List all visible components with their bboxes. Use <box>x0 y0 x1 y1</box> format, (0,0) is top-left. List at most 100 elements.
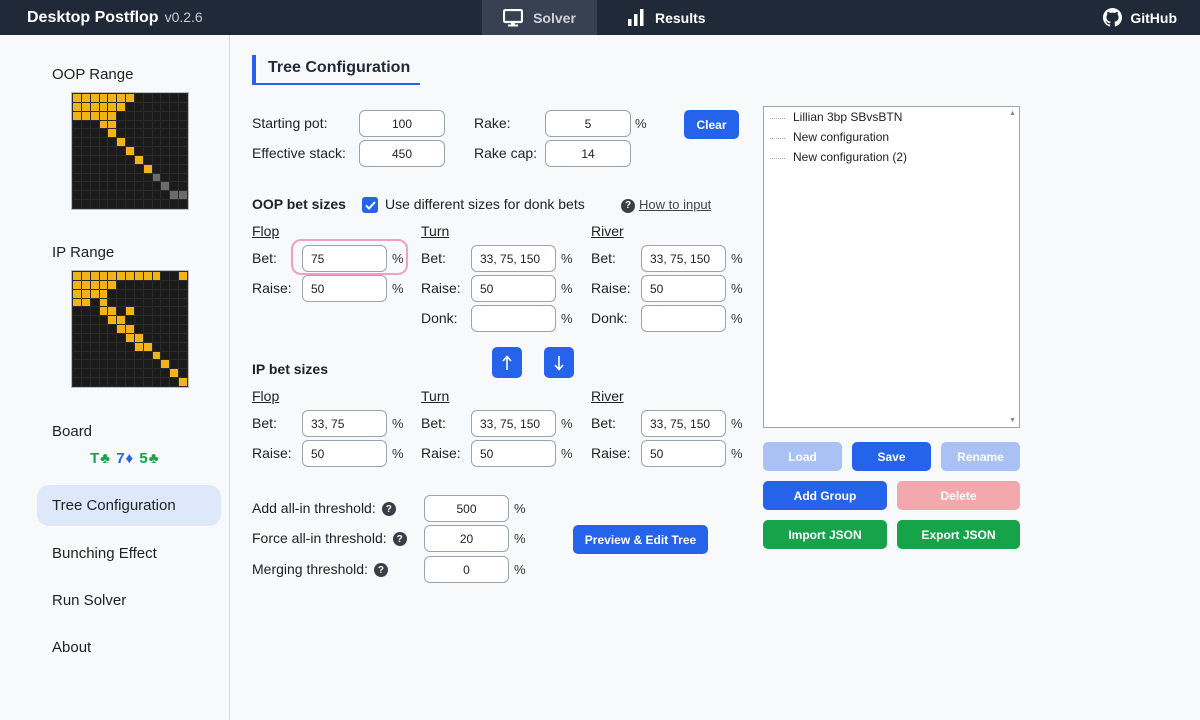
range-cell <box>179 369 187 378</box>
oop-turn-label: Turn <box>421 223 450 239</box>
ip-flop-bet-input[interactable]: 33, 75 <box>302 410 387 437</box>
force-allin-threshold-input[interactable]: 20 <box>424 525 509 552</box>
tab-solver[interactable]: Solver <box>482 0 597 35</box>
range-cell <box>99 289 108 298</box>
nav-tree-configuration[interactable]: Tree Configuration <box>37 485 221 526</box>
scroll-up-icon[interactable]: ▲ <box>1009 110 1016 117</box>
ip-flop-raise-input[interactable]: 50 <box>302 440 387 467</box>
range-cell <box>170 164 179 173</box>
ip-river-bet-input[interactable]: 33, 75, 150 <box>641 410 726 437</box>
rename-button[interactable]: Rename <box>941 442 1020 471</box>
nav-run-solver[interactable]: Run Solver <box>37 580 221 621</box>
range-cell <box>81 333 90 342</box>
range-cell <box>134 360 143 369</box>
oop-range-grid[interactable] <box>71 92 189 210</box>
range-cell <box>117 147 126 155</box>
clear-button[interactable]: Clear <box>684 110 739 139</box>
ip-range-grid[interactable] <box>71 270 189 388</box>
range-cell <box>170 155 179 164</box>
range-cell <box>108 369 117 378</box>
range-cell <box>90 200 99 208</box>
range-cell <box>117 138 126 147</box>
board-card-3: 5♣ <box>139 450 160 467</box>
ip-range-label[interactable]: IP Range <box>52 244 114 261</box>
range-cell <box>152 155 161 164</box>
range-cell <box>143 325 152 333</box>
list-item[interactable]: ········ New configuration <box>769 130 889 144</box>
save-button[interactable]: Save <box>852 442 931 471</box>
nav-bunching-effect[interactable]: Bunching Effect <box>37 533 221 574</box>
range-cell <box>90 378 99 386</box>
scroll-down-icon[interactable]: ▼ <box>1009 417 1016 424</box>
oop-turn-donk-label: Donk: <box>421 310 458 326</box>
oop-turn-raise-input[interactable]: 50 <box>471 275 556 302</box>
check-icon <box>364 200 376 210</box>
tab-results[interactable]: Results <box>615 0 715 35</box>
range-cell <box>134 182 143 191</box>
oop-river-donk-input[interactable] <box>641 305 726 332</box>
range-cell <box>81 120 90 129</box>
import-json-button[interactable]: Import JSON <box>763 520 887 549</box>
range-cell <box>170 360 179 369</box>
question-icon[interactable]: ? <box>381 502 396 517</box>
donk-bets-checkbox[interactable] <box>362 197 378 213</box>
how-to-input-link[interactable]: ? How to input <box>621 197 711 213</box>
nav-about[interactable]: About <box>37 627 221 668</box>
oop-river-raise-input[interactable]: 50 <box>641 275 726 302</box>
board-label[interactable]: Board <box>52 423 92 440</box>
range-cell <box>99 272 108 280</box>
range-cell <box>134 378 143 386</box>
range-cell <box>170 120 179 129</box>
copy-down-button[interactable] <box>544 347 574 378</box>
list-item[interactable]: ········ New configuration (2) <box>769 150 907 164</box>
board-cards[interactable]: T♣ 7♦ 5♣ <box>90 450 160 467</box>
range-cell <box>161 147 170 155</box>
range-cell <box>126 111 134 120</box>
range-cell <box>179 200 187 208</box>
range-cell <box>143 94 152 102</box>
oop-flop-raise-input[interactable]: 50 <box>302 275 387 302</box>
question-icon[interactable]: ? <box>392 532 407 547</box>
range-cell <box>90 325 99 333</box>
oop-turn-bet-input[interactable]: 33, 75, 150 <box>471 245 556 272</box>
range-cell <box>152 378 161 386</box>
config-tree-list[interactable]: ········ Lillian 3bp SBvsBTN ········ New … <box>763 106 1020 428</box>
range-cell <box>81 369 90 378</box>
range-cell <box>117 307 126 316</box>
load-button[interactable]: Load <box>763 442 842 471</box>
oop-river-bet-input[interactable]: 33, 75, 150 <box>641 245 726 272</box>
export-json-button[interactable]: Export JSON <box>897 520 1020 549</box>
copy-up-button[interactable] <box>492 347 522 378</box>
range-cell <box>108 342 117 351</box>
delete-button[interactable]: Delete <box>897 481 1020 510</box>
oop-flop-bet-input[interactable]: 75 <box>302 245 387 272</box>
range-cell <box>152 307 161 316</box>
range-cell <box>143 129 152 138</box>
oop-range-label[interactable]: OOP Range <box>52 66 133 83</box>
ip-river-raise-input[interactable]: 50 <box>641 440 726 467</box>
range-cell <box>117 191 126 200</box>
range-cell <box>179 272 187 280</box>
rake-cap-input[interactable]: 14 <box>545 140 631 167</box>
range-cell <box>161 182 170 191</box>
range-cell <box>161 138 170 147</box>
oop-turn-donk-input[interactable] <box>471 305 556 332</box>
range-cell <box>73 147 81 155</box>
list-item[interactable]: ········ Lillian 3bp SBvsBTN <box>769 110 902 124</box>
add-group-button[interactable]: Add Group <box>763 481 887 510</box>
preview-edit-tree-button[interactable]: Preview & Edit Tree <box>573 525 708 554</box>
ip-turn-bet-input[interactable]: 33, 75, 150 <box>471 410 556 437</box>
add-allin-threshold-input[interactable]: 500 <box>424 495 509 522</box>
merging-threshold-input[interactable]: 0 <box>424 556 509 583</box>
ip-turn-bet-label: Bet: <box>421 415 446 431</box>
monitor-icon <box>503 8 524 26</box>
range-cell <box>108 200 117 208</box>
rake-input[interactable]: 5 <box>545 110 631 137</box>
range-cell <box>73 316 81 325</box>
starting-pot-input[interactable]: 100 <box>359 110 445 137</box>
ip-turn-raise-input[interactable]: 50 <box>471 440 556 467</box>
effective-stack-input[interactable]: 450 <box>359 140 445 167</box>
page-title: Tree Configuration <box>252 55 421 85</box>
question-icon[interactable]: ? <box>373 563 388 578</box>
github-link[interactable]: GitHub <box>1103 0 1177 35</box>
